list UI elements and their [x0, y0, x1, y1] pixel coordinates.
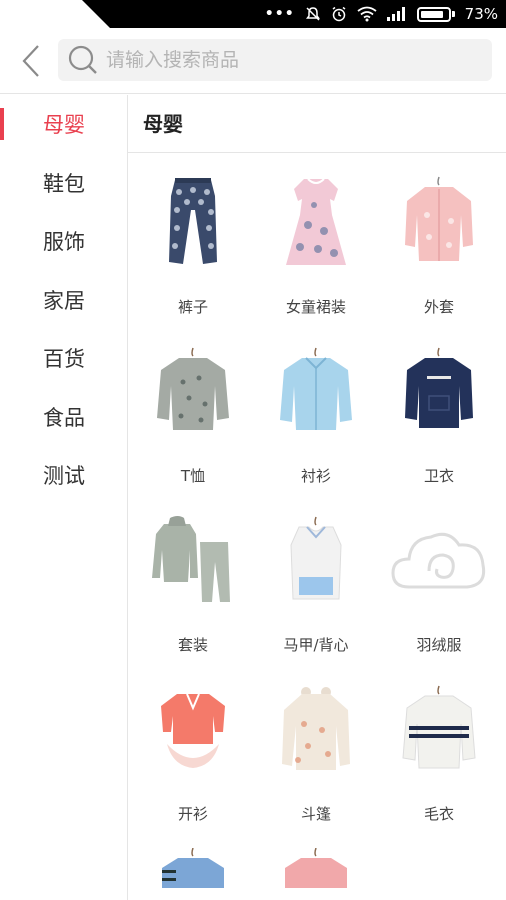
product-item[interactable]: 马甲/背心: [254, 491, 378, 660]
jacket-icon: [389, 172, 489, 272]
placeholder-cloud-icon: [389, 510, 489, 610]
product-label: T恤: [180, 467, 206, 485]
product-label: 开衫: [177, 805, 208, 823]
product-item[interactable]: 卫衣: [378, 322, 500, 491]
sidebar-item-label: 测试: [43, 464, 85, 489]
product-item[interactable]: 外套: [378, 153, 500, 322]
product-item[interactable]: [254, 829, 378, 889]
pink-top-icon: [266, 848, 366, 888]
battery-percent: 73%: [464, 5, 498, 23]
category-title: 母婴: [128, 95, 506, 153]
back-button[interactable]: [14, 42, 48, 80]
more-dots-icon: •••: [264, 6, 295, 22]
product-label: 外套: [423, 298, 454, 316]
sidebar-item-ceshi[interactable]: 测试: [0, 446, 127, 505]
status-icons: ••• 73%: [265, 0, 498, 28]
cardigan-icon: [143, 679, 243, 779]
pants-icon: [143, 172, 243, 272]
sidebar-item-baihuo[interactable]: 百货: [0, 329, 127, 388]
cape-icon: [266, 679, 366, 779]
product-label: 衬衫: [300, 467, 331, 485]
product-label: 裤子: [177, 298, 208, 316]
shirt-icon: [266, 341, 366, 441]
product-label: 羽绒服: [416, 636, 462, 654]
sidebar-item-xiebao[interactable]: 鞋包: [0, 154, 127, 213]
signal-icon: [386, 7, 405, 21]
sweater-icon: [389, 679, 489, 779]
status-bar: ••• 73%: [0, 0, 506, 28]
product-label: 马甲/背心: [283, 636, 349, 654]
product-item[interactable]: 衬衫: [254, 322, 378, 491]
header: [0, 28, 506, 94]
search-box[interactable]: [58, 39, 492, 81]
search-icon: [68, 45, 97, 74]
mute-bell-icon: [305, 7, 320, 21]
product-grid: 裤子 女童裙装 外套 T恤 衬衫 卫衣 套装 马甲/背心 羽绒服 开衫 斗篷 毛…: [128, 153, 506, 889]
wifi-icon: [357, 6, 377, 22]
product-item[interactable]: [132, 829, 254, 889]
category-sidebar: 母婴 鞋包 服饰 家居 百货 食品 测试: [0, 95, 128, 900]
sidebar-item-jiaju[interactable]: 家居: [0, 271, 127, 330]
product-label: 毛衣: [423, 805, 454, 823]
product-item[interactable]: 套装: [132, 491, 254, 660]
search-input[interactable]: [106, 49, 466, 71]
sidebar-item-muying[interactable]: 母婴: [0, 95, 127, 154]
category-content: 母婴 裤子 女童裙装 外套 T恤 衬衫 卫衣 套装 马甲/背心 羽绒服 开衫 斗…: [128, 95, 506, 900]
product-item[interactable]: T恤: [132, 322, 254, 491]
sidebar-item-shipin[interactable]: 食品: [0, 388, 127, 447]
alarm-icon: [332, 6, 346, 22]
product-label: 斗篷: [300, 805, 331, 823]
sweatshirt-icon: [389, 341, 489, 441]
sidebar-item-label: 家居: [43, 288, 85, 313]
sidebar-item-label: 母婴: [43, 113, 85, 138]
sidebar-item-fushi[interactable]: 服饰: [0, 212, 127, 271]
battery-tip: [451, 11, 455, 17]
product-item[interactable]: 毛衣: [378, 660, 500, 829]
sidebar-item-label: 鞋包: [43, 171, 85, 196]
sidebar-item-label: 服饰: [43, 230, 85, 255]
vest-icon: [266, 510, 366, 610]
product-item[interactable]: 羽绒服: [378, 491, 500, 660]
striped-tshirt-icon: [143, 848, 243, 888]
tshirt-icon: [143, 341, 243, 441]
chevron-left-icon: [22, 45, 39, 77]
product-item[interactable]: 斗篷: [254, 660, 378, 829]
dress-icon: [266, 172, 366, 272]
product-item[interactable]: 开衫: [132, 660, 254, 829]
product-item[interactable]: 裤子: [132, 153, 254, 322]
suit-icon: [143, 510, 243, 610]
product-label: 女童裙装: [285, 298, 346, 316]
sidebar-item-label: 百货: [43, 347, 85, 372]
product-item[interactable]: 女童裙装: [254, 153, 378, 322]
product-label: 套装: [177, 636, 208, 654]
battery-icon: [416, 6, 451, 22]
sidebar-item-label: 食品: [43, 405, 85, 430]
product-label: 卫衣: [423, 467, 454, 485]
